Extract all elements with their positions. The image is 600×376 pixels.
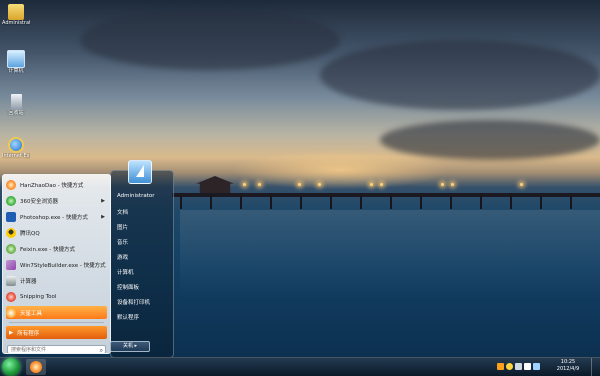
tray-flag-icon[interactable] bbox=[524, 363, 531, 370]
right-item-control-panel[interactable]: 控制面板 bbox=[117, 283, 139, 291]
feixin-icon bbox=[6, 243, 16, 254]
internet-explorer-icon bbox=[8, 137, 24, 153]
program-label: 360安全浏览器 bbox=[20, 198, 58, 205]
flower-icon bbox=[6, 179, 16, 190]
program-win7stylebuilder[interactable]: Win7StyleBuilder.exe - 快捷方式 bbox=[6, 258, 107, 271]
program-label: Photoshop.exe - 快捷方式 bbox=[20, 214, 88, 221]
program-label: Feixin.exe - 快捷方式 bbox=[20, 246, 76, 253]
calculator-icon bbox=[6, 275, 16, 286]
submenu-arrow-icon: ▶ bbox=[101, 197, 105, 204]
show-desktop-button[interactable] bbox=[591, 358, 600, 376]
tray-qq-icon[interactable] bbox=[506, 363, 513, 370]
start-menu: Administrator 文档 图片 音乐 游戏 计算机 控制面板 设备和打印… bbox=[0, 170, 174, 358]
program-hanzhaodao[interactable]: HanZhaoDao - 快捷方式 bbox=[6, 178, 107, 191]
program-label: HanZhaoDao - 快捷方式 bbox=[20, 182, 84, 189]
clock-date: 2012/4/9 bbox=[556, 366, 580, 372]
tray-volume-icon[interactable] bbox=[533, 363, 540, 370]
right-item-music[interactable]: 音乐 bbox=[117, 238, 128, 246]
program-label: 腾讯QQ bbox=[20, 230, 40, 237]
desktop-icon-label: 计算机 bbox=[8, 68, 24, 74]
shutdown-button[interactable]: 关机 ▸ bbox=[110, 341, 150, 352]
search-placeholder: 搜索程序和文件 bbox=[11, 347, 47, 353]
right-item-computer[interactable]: 计算机 bbox=[117, 268, 134, 276]
cloud bbox=[380, 120, 600, 160]
tool-icon bbox=[6, 307, 16, 318]
computer-icon bbox=[7, 50, 25, 68]
taskbar-app-hanzhaodao[interactable] bbox=[26, 359, 46, 375]
tray-app-icon[interactable] bbox=[497, 363, 504, 370]
sailboat-icon bbox=[136, 165, 144, 177]
program-label: 计算器 bbox=[20, 278, 37, 285]
cloud bbox=[80, 10, 340, 70]
start-menu-programs-pane: HanZhaoDao - 快捷方式 360安全浏览器 ▶ Photoshop.e… bbox=[2, 174, 111, 354]
all-programs-arrow-icon: ▶ bbox=[9, 329, 14, 336]
shutdown-options-arrow-icon[interactable]: ▸ bbox=[135, 343, 138, 349]
all-programs-button[interactable]: ▶ 所有程序 bbox=[6, 326, 107, 339]
start-search-input[interactable]: 搜索程序和文件 ⌕ bbox=[7, 345, 106, 353]
right-item-documents[interactable]: 文档 bbox=[117, 208, 128, 216]
user-folder-icon bbox=[8, 4, 24, 20]
search-icon[interactable]: ⌕ bbox=[100, 346, 103, 353]
qq-icon bbox=[6, 227, 16, 238]
program-calculator[interactable]: 计算器 bbox=[6, 274, 107, 287]
pier-pavilion bbox=[196, 176, 234, 193]
program-label: Snipping Tool bbox=[20, 293, 57, 300]
all-programs-label: 所有程序 bbox=[17, 330, 40, 337]
program-snipping-tool[interactable]: Snipping Tool bbox=[6, 290, 107, 303]
user-avatar[interactable] bbox=[128, 160, 152, 184]
program-360-browser[interactable]: 360安全浏览器 ▶ bbox=[6, 194, 107, 207]
desktop-icon-label: 回收站 bbox=[8, 110, 24, 116]
taskbar: 10:25 2012/4/9 bbox=[0, 357, 600, 376]
program-photoshop[interactable]: Photoshop.exe - 快捷方式 ▶ bbox=[6, 210, 107, 223]
desktop-icon-internet-explorer[interactable]: Internet Explorer bbox=[2, 137, 30, 159]
flower-icon bbox=[30, 361, 42, 373]
cloud bbox=[320, 40, 600, 110]
sunset-glow bbox=[230, 150, 450, 190]
style-builder-icon bbox=[6, 259, 16, 270]
shutdown-label: 关机 bbox=[122, 343, 133, 349]
system-tray bbox=[497, 363, 540, 370]
desktop-icon-computer[interactable]: 计算机 bbox=[2, 50, 30, 74]
start-button[interactable] bbox=[2, 358, 20, 376]
right-item-devices-printers[interactable]: 设备和打印机 bbox=[117, 298, 150, 306]
taskbar-clock[interactable]: 10:25 2012/4/9 bbox=[546, 359, 590, 373]
menu-separator bbox=[9, 322, 104, 323]
water-reflection bbox=[180, 210, 600, 300]
right-item-default-programs[interactable]: 默认程序 bbox=[117, 313, 139, 321]
program-feixin[interactable]: Feixin.exe - 快捷方式 bbox=[6, 242, 107, 255]
browser-360-icon bbox=[6, 195, 16, 206]
desktop-icon-recycle-bin[interactable]: 回收站 bbox=[2, 94, 30, 116]
program-qq[interactable]: 腾讯QQ bbox=[6, 226, 107, 239]
program-label: 天星工具 bbox=[20, 310, 43, 317]
program-tianxing-tool[interactable]: 天星工具 bbox=[6, 306, 107, 319]
start-menu-user-name[interactable]: Administrator bbox=[117, 193, 155, 199]
tray-network-icon[interactable] bbox=[515, 363, 522, 370]
right-item-pictures[interactable]: 图片 bbox=[117, 223, 128, 231]
photoshop-icon bbox=[6, 211, 16, 222]
desktop-icon-administrator[interactable]: Administrator bbox=[2, 4, 30, 26]
desktop-icon-label: Internet Explorer bbox=[2, 153, 30, 159]
scissors-icon bbox=[6, 291, 16, 302]
submenu-arrow-icon: ▶ bbox=[101, 213, 105, 220]
right-item-games[interactable]: 游戏 bbox=[117, 253, 128, 261]
clock-time: 10:25 bbox=[560, 359, 576, 365]
pier bbox=[172, 193, 600, 197]
recycle-bin-icon bbox=[10, 94, 22, 110]
start-menu-right-pane: Administrator 文档 图片 音乐 游戏 计算机 控制面板 设备和打印… bbox=[110, 170, 174, 358]
desktop-icon-label: Administrator bbox=[2, 20, 30, 26]
program-label: Win7StyleBuilder.exe - 快捷方式 bbox=[20, 262, 106, 269]
